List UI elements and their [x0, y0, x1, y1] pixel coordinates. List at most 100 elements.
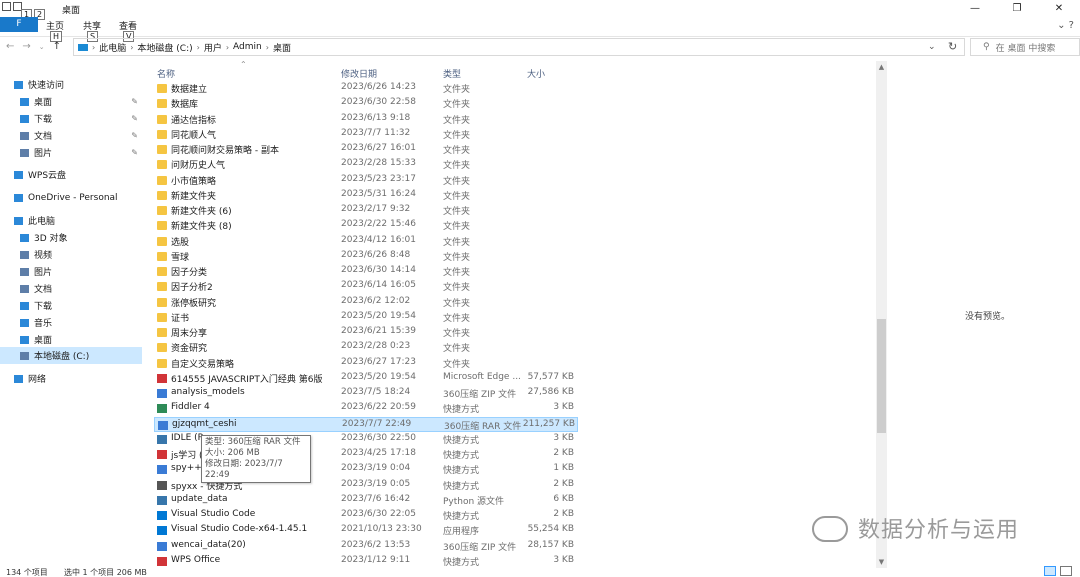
properties-icon[interactable] — [2, 2, 11, 11]
breadcrumb-admin[interactable]: Admin — [233, 42, 262, 52]
chevron-right-icon[interactable]: › — [92, 43, 95, 52]
nav-item-label: 下载 — [34, 115, 53, 125]
file-date: 2023/6/30 14:14 — [341, 265, 416, 275]
file-name: wencai_data(20) — [171, 539, 246, 550]
nav-item-label: 下载 — [34, 302, 53, 312]
nav-item[interactable]: 网络 — [0, 370, 142, 387]
column-header-type[interactable]: 类型 — [443, 67, 461, 80]
nav-item[interactable]: 桌面 ✎ — [0, 93, 142, 110]
maximize-button[interactable]: ❐ — [996, 0, 1038, 17]
details-view-icon[interactable] — [1044, 566, 1056, 576]
file-name: 周末分享 — [171, 329, 208, 339]
up-arrow-icon[interactable]: ↑ — [53, 41, 69, 52]
file-row[interactable]: 因子分类 2023/6/30 14:14 文件夹 — [154, 264, 578, 279]
column-header-size[interactable]: 大小 — [527, 67, 545, 80]
file-row[interactable]: 新建文件夹 (8) 2023/2/22 15:46 文件夹 — [154, 218, 578, 233]
file-row[interactable]: 涨停板研究 2023/6/2 12:02 文件夹 — [154, 295, 578, 310]
file-row[interactable]: 小市值策略 2023/5/23 23:17 文件夹 — [154, 173, 578, 188]
address-dropdown-icon[interactable]: ⌄ — [928, 42, 936, 52]
file-date: 2023/3/19 0:04 — [341, 463, 411, 474]
file-type: 快捷方式 — [443, 405, 480, 416]
file-row[interactable]: update_data 2023/7/6 16:42 Python 源文件 6 KB — [154, 493, 578, 508]
nav-item[interactable]: OneDrive - Personal — [0, 189, 142, 206]
file-row[interactable]: 选股 2023/4/12 16:01 文件夹 — [154, 234, 578, 249]
file-row[interactable]: 同花顺人气 2023/7/7 11:32 文件夹 — [154, 127, 578, 142]
nav-item[interactable]: 文档 ✎ — [0, 127, 142, 144]
tab-view[interactable]: 查看 V — [119, 19, 137, 42]
file-row[interactable]: gjzqqmt_ceshi 2023/7/7 22:49 360压缩 RAR 文件 2… — [154, 416, 578, 432]
breadcrumb-users[interactable]: 用户 — [204, 41, 222, 54]
file-row[interactable]: Visual Studio Code-x64-1.45.1 2021/10/13 … — [154, 523, 578, 538]
scroll-down-icon[interactable]: ▼ — [876, 558, 887, 566]
file-row[interactable]: 证书 2023/5/20 19:54 文件夹 — [154, 310, 578, 325]
breadcrumb-this-pc[interactable]: 此电脑 — [99, 41, 126, 54]
chevron-right-icon[interactable]: › — [197, 43, 200, 52]
file-date: 2023/2/28 0:23 — [341, 341, 411, 352]
nav-item[interactable]: 音乐 — [0, 314, 142, 331]
tab-file[interactable]: F — [0, 17, 38, 32]
column-header-name[interactable]: 名称 — [157, 67, 175, 80]
ribbon-expand-button[interactable]: ⌄ ? — [1057, 20, 1074, 31]
close-button[interactable]: ✕ — [1038, 0, 1080, 17]
tab-home[interactable]: 主页 H — [46, 19, 64, 42]
breadcrumb-desktop[interactable]: 桌面 — [273, 41, 291, 54]
nav-item[interactable]: 图片 ✎ — [0, 144, 142, 161]
file-row[interactable]: wencai_data(20) 2023/6/2 13:53 360压缩 ZIP 文… — [154, 539, 578, 554]
nav-item-label: 视频 — [34, 251, 53, 261]
scrollbar-thumb[interactable] — [877, 319, 886, 433]
nav-item[interactable]: 下载 ✎ — [0, 110, 142, 127]
file-type: 文件夹 — [443, 191, 471, 202]
file-row[interactable]: analysis_models 2023/7/5 18:24 360压缩 ZIP 文… — [154, 386, 578, 401]
nav-item[interactable]: WPS云盘 — [0, 166, 142, 183]
file-row[interactable]: 数据建立 2023/6/26 14:23 文件夹 — [154, 81, 578, 96]
file-row[interactable]: 通达信指标 2023/6/13 9:18 文件夹 — [154, 112, 578, 127]
address-bar[interactable]: › 此电脑 › 本地磁盘 (C:) › 用户 › Admin › 桌面 — [73, 38, 965, 56]
recent-chevron-icon[interactable]: ⌄ — [39, 43, 53, 51]
file-row[interactable]: Visual Studio Code 2023/6/30 22:05 快捷方式 2 K… — [154, 508, 578, 523]
file-size: 1 KB — [553, 463, 574, 474]
file-type: 360压缩 RAR 文件 — [444, 421, 522, 432]
nav-item[interactable]: 快速访问 — [0, 76, 142, 93]
file-row[interactable]: 问财历史人气 2023/2/28 15:33 文件夹 — [154, 157, 578, 172]
cube-icon — [20, 233, 29, 242]
scroll-up-icon[interactable]: ▲ — [876, 63, 887, 71]
nav-item[interactable]: 视频 — [0, 246, 142, 263]
file-row[interactable]: Fiddler 4 2023/6/22 20:59 快捷方式 3 KB — [154, 401, 578, 416]
file-row[interactable]: 614555 JAVASCRIPT入门经典 第6版 2023/5/20 19:54… — [154, 371, 578, 386]
nav-item[interactable]: 本地磁盘 (C:) — [0, 347, 142, 364]
nav-item[interactable]: 此电脑 — [0, 212, 142, 229]
nav-item[interactable]: 下载 — [0, 297, 142, 314]
forward-arrow-icon[interactable]: → — [22, 41, 38, 52]
nav-item[interactable]: 图片 — [0, 263, 142, 280]
back-arrow-icon[interactable]: ← — [6, 41, 22, 52]
nav-item[interactable]: 3D 对象 — [0, 229, 142, 246]
file-row[interactable]: 因子分析2 2023/6/14 16:05 文件夹 — [154, 279, 578, 294]
chevron-right-icon[interactable]: › — [226, 43, 229, 52]
tab-share[interactable]: 共享 S — [83, 19, 101, 42]
chevron-right-icon[interactable]: › — [266, 43, 269, 52]
file-type: 文件夹 — [443, 100, 471, 111]
breadcrumb-drive-c[interactable]: 本地磁盘 (C:) — [137, 41, 192, 54]
file-row[interactable]: 资金研究 2023/2/28 0:23 文件夹 — [154, 340, 578, 355]
column-header-date[interactable]: 修改日期 — [341, 67, 377, 80]
computer-icon — [14, 216, 23, 225]
file-type: Microsoft Edge ... — [443, 371, 521, 382]
search-box[interactable]: ⚲ 在 桌面 中搜索 — [970, 38, 1080, 56]
file-row[interactable]: 新建文件夹 (6) 2023/2/17 9:32 文件夹 — [154, 203, 578, 218]
file-row[interactable]: 自定义交易策略 2023/6/27 17:23 文件夹 — [154, 356, 578, 371]
chevron-right-icon[interactable]: › — [130, 43, 133, 52]
file-row[interactable]: 新建文件夹 2023/5/31 16:24 文件夹 — [154, 188, 578, 203]
file-row[interactable]: 数据库 2023/6/30 22:58 文件夹 — [154, 96, 578, 111]
nav-item[interactable]: 桌面 — [0, 331, 142, 348]
large-icons-view-icon[interactable] — [1060, 566, 1072, 576]
file-size: 27,586 KB — [527, 387, 574, 397]
refresh-icon[interactable]: ↻ — [948, 40, 957, 53]
vertical-scrollbar[interactable]: ▲ ▼ — [876, 61, 887, 568]
file-row[interactable]: 周末分享 2023/6/21 15:39 文件夹 — [154, 325, 578, 340]
file-name: 雪球 — [171, 252, 190, 263]
file-row[interactable]: 同花顺问财交易策略 - 副本 2023/6/27 16:01 文件夹 — [154, 142, 578, 157]
quick-access-toolbar[interactable] — [2, 2, 22, 11]
minimize-button[interactable]: — — [954, 0, 996, 17]
file-row[interactable]: 雪球 2023/6/26 8:48 文件夹 — [154, 249, 578, 264]
nav-item[interactable]: 文档 — [0, 280, 142, 297]
